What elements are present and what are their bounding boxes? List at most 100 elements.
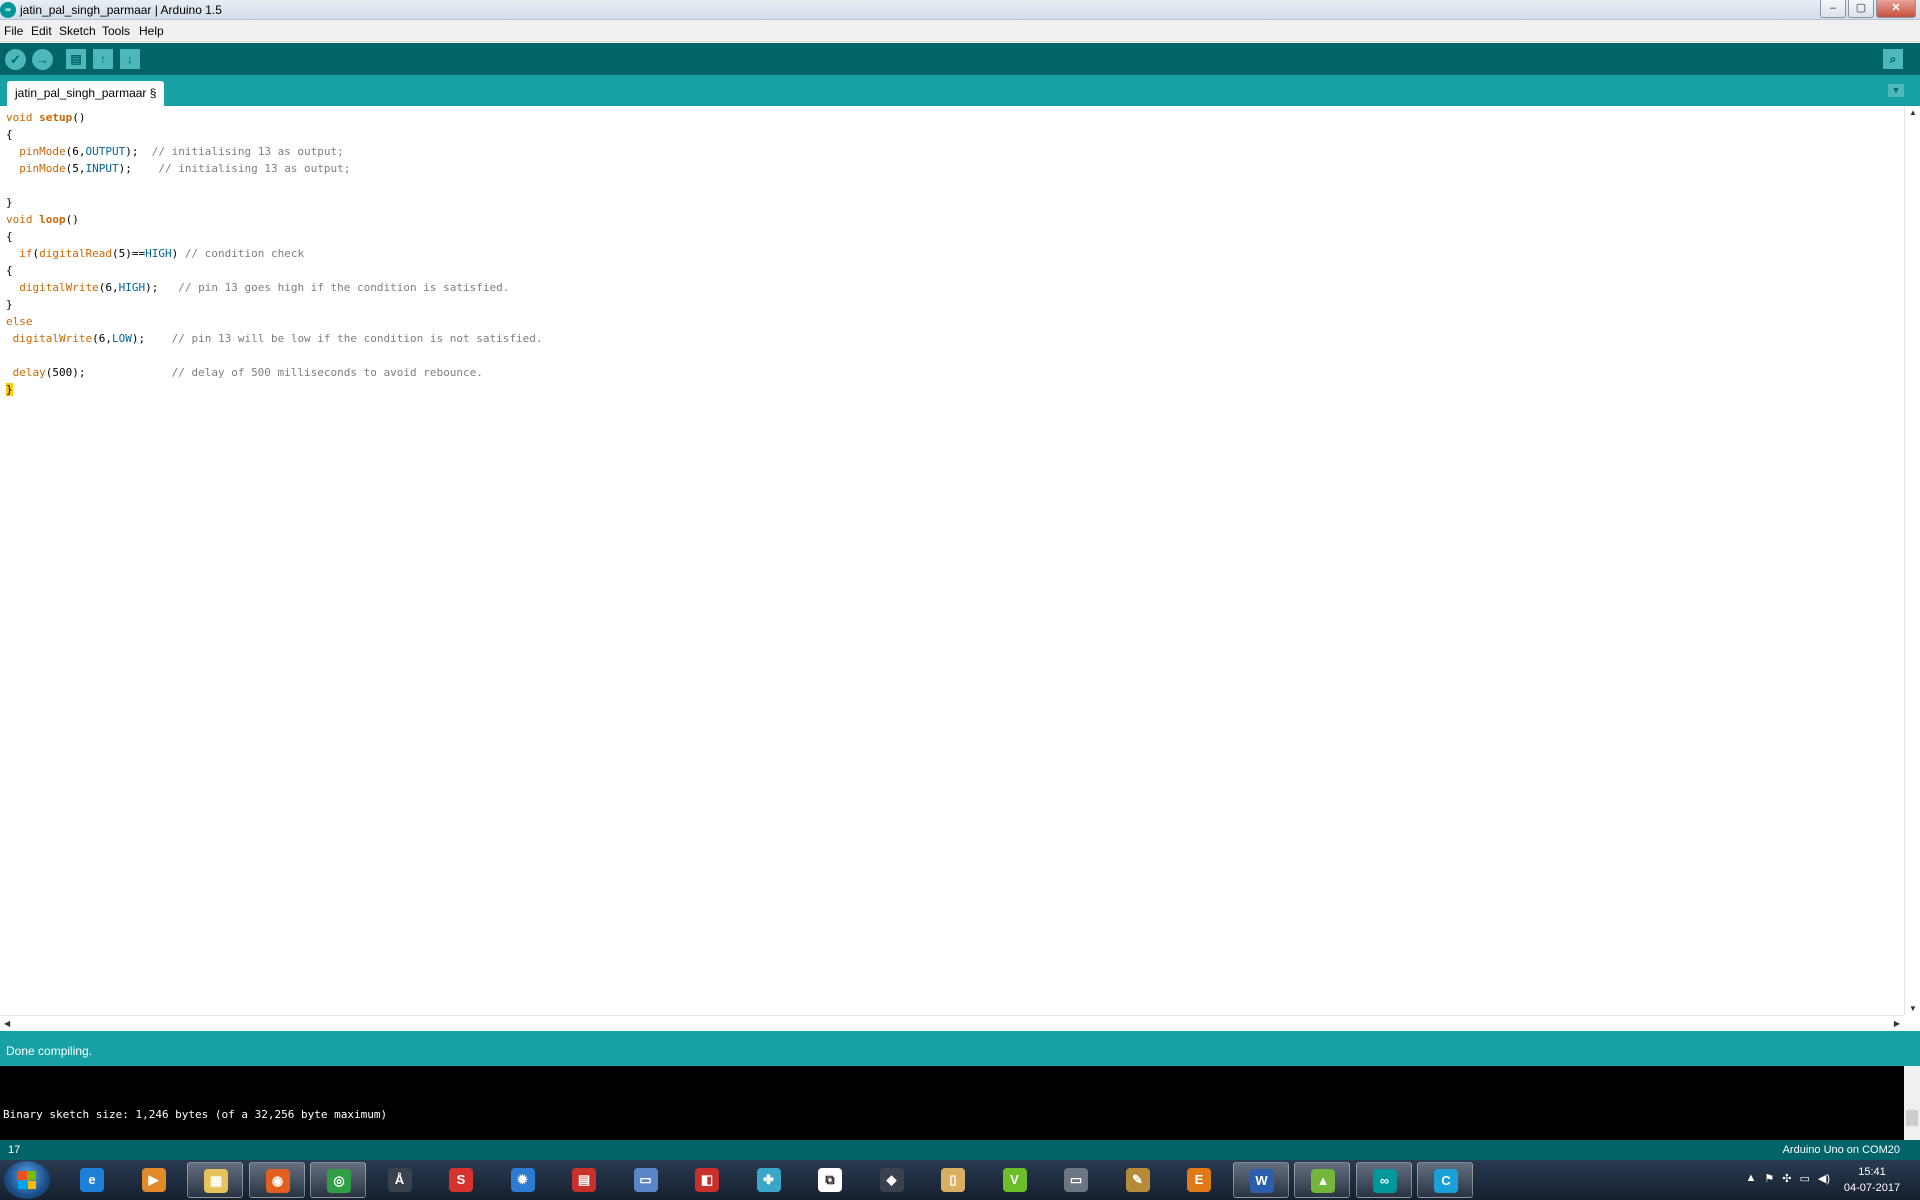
menu-file[interactable]: File <box>4 24 23 38</box>
taskbar-app-app-doc-yellow[interactable]: ▯ <box>925 1162 981 1198</box>
menu-help[interactable]: Help <box>139 24 164 38</box>
firefox-icon: ◉ <box>265 1169 290 1193</box>
taskbar-app-file-explorer[interactable]: ▦ <box>187 1162 243 1198</box>
app-tool-icon: ✎ <box>1125 1168 1150 1192</box>
toolbar: ✓ → ▤ ↑ ↓ ⌕ <box>0 43 1920 75</box>
taskbar-app-chrome[interactable]: ◎ <box>310 1162 366 1198</box>
taskbar-app-app-e[interactable]: E <box>1171 1162 1227 1198</box>
code-text[interactable]: void setup() { pinMode(6,OUTPUT); // init… <box>6 109 542 398</box>
taskbar-app-app-pinwheel[interactable]: ✤ <box>741 1162 797 1198</box>
taskbar-app-arduino[interactable]: ∞ <box>1355 1162 1412 1198</box>
app-diamond-icon: ◆ <box>879 1168 904 1192</box>
taskbar-app-app-presenter[interactable]: ▭ <box>1048 1162 1104 1198</box>
taskbar-app-word[interactable]: W <box>1232 1162 1289 1198</box>
volume-icon[interactable]: ◀) <box>1818 1172 1830 1185</box>
upload-button[interactable]: → <box>32 49 53 70</box>
app-doc-yellow-icon: ▯ <box>941 1168 965 1192</box>
arduino-icon: ∞ <box>1372 1169 1397 1193</box>
menu-tools[interactable]: Tools <box>102 24 130 38</box>
window-controls: – ▢ ✕ <box>1818 0 1916 18</box>
line-number: 17 <box>8 1144 21 1156</box>
app-pinwheel-icon: ✤ <box>756 1168 781 1192</box>
code-line: digitalWrite(6,LOW); // pin 13 will be l… <box>12 332 543 345</box>
taskbar-app-sketchup[interactable]: S <box>433 1162 489 1198</box>
code-editor[interactable]: void setup() { pinMode(6,OUTPUT); // init… <box>0 106 1904 1015</box>
minimize-button[interactable]: – <box>1820 0 1846 18</box>
board-info: Arduino Uno on COM20 <box>1782 1144 1900 1156</box>
taskbar-app-app-red-doc[interactable]: ▤ <box>556 1162 612 1198</box>
clock-time: 15:41 <box>1858 1166 1886 1178</box>
code-line: } <box>6 196 13 209</box>
taskbar-app-app-c[interactable]: C <box>1417 1162 1473 1198</box>
status-bar: Done compiling. <box>0 1031 1920 1066</box>
app-monitor-icon: ▭ <box>633 1168 658 1192</box>
arduino-logo-icon: ∞ <box>0 2 16 18</box>
code-line: } <box>6 383 13 396</box>
taskbar-app-app-red-box[interactable]: ◧ <box>679 1162 735 1198</box>
new-sketch-button[interactable]: ▤ <box>66 49 86 69</box>
taskbar-app-app-monitor[interactable]: ▭ <box>618 1162 674 1198</box>
console-scroll-thumb[interactable] <box>1906 1110 1918 1126</box>
code-line: if(digitalRead(5)==HIGH) // condition ch… <box>19 247 305 260</box>
code-line: { <box>6 128 13 141</box>
footer-bar: 17 Arduino Uno on COM20 <box>0 1140 1920 1160</box>
clock[interactable]: 15:41 04-07-2017 <box>1834 1164 1910 1196</box>
tab-strip: jatin_pal_singh_parmaar § ▼ <box>0 75 1920 106</box>
verify-button[interactable]: ✓ <box>5 49 26 70</box>
taskbar-app-app-tool[interactable]: ✎ <box>1110 1162 1166 1198</box>
start-button[interactable] <box>4 1161 50 1199</box>
app-white-box-icon: ⧉ <box>818 1168 842 1192</box>
display-icon[interactable]: ▭ <box>1799 1172 1809 1185</box>
scroll-left-arrow-icon[interactable]: ◀ <box>4 1019 10 1028</box>
console-scrollbar[interactable] <box>1904 1066 1920 1140</box>
menu-edit[interactable]: Edit <box>31 24 52 38</box>
scroll-right-arrow-icon[interactable]: ▶ <box>1894 1019 1900 1028</box>
code-line: { <box>6 264 13 277</box>
show-hidden-icons-icon[interactable]: ▲ <box>1745 1172 1756 1185</box>
save-sketch-button[interactable]: ↓ <box>120 49 140 69</box>
open-sketch-button[interactable]: ↑ <box>93 49 113 69</box>
app-a-icon: Å <box>387 1168 412 1192</box>
tab-sketch[interactable]: jatin_pal_singh_parmaar § <box>7 81 165 106</box>
app-gear-icon: ✹ <box>510 1168 535 1192</box>
status-message: Done compiling. <box>6 1044 93 1058</box>
taskbar-app-firefox[interactable]: ◉ <box>248 1162 305 1198</box>
app-presenter-icon: ▭ <box>1064 1168 1088 1192</box>
taskbar-app-app-chart[interactable]: ▲ <box>1294 1162 1350 1198</box>
taskbar-app-app-gear[interactable]: ✹ <box>495 1162 551 1198</box>
menu-sketch[interactable]: Sketch <box>59 24 96 38</box>
window-title: jatin_pal_singh_parmaar | Arduino 1.5 <box>20 3 222 17</box>
app-chart-icon: ▲ <box>1311 1169 1335 1193</box>
chrome-icon: ◎ <box>327 1169 351 1193</box>
taskbar-app-internet-explorer[interactable]: e <box>64 1162 120 1198</box>
title-bar: ∞ jatin_pal_singh_parmaar | Arduino 1.5 … <box>0 0 1920 20</box>
taskbar: e ▶ ▦ ◉ ◎ Å S ✹ ▤ ▭ ◧ ✤ ⧉ ◆ ▯ V ▭ ✎ E W ▲ ∞ C ▲ ⚑ ✣ ▭ ◀) 15:41 04-… <box>0 1160 1920 1200</box>
editor-horizontal-scrollbar[interactable]: ◀ ▶ <box>0 1015 1904 1031</box>
scroll-down-arrow-icon[interactable]: ▼ <box>1909 1004 1917 1013</box>
console-output[interactable]: Binary sketch size: 1,246 bytes (of a 32… <box>0 1066 1904 1140</box>
internet-explorer-icon: e <box>80 1168 104 1192</box>
taskbar-app-media-player[interactable]: ▶ <box>126 1162 182 1198</box>
maximize-button[interactable]: ▢ <box>1848 0 1874 18</box>
code-line: digitalWrite(6,HIGH); // pin 13 goes hig… <box>19 281 510 294</box>
taskbar-app-app-diamond[interactable]: ◆ <box>864 1162 920 1198</box>
network-share-icon[interactable]: ✣ <box>1782 1172 1791 1185</box>
scroll-corner <box>1904 1015 1920 1031</box>
taskbar-app-app-v[interactable]: V <box>987 1162 1043 1198</box>
editor-vertical-scrollbar[interactable]: ▲ ▼ <box>1904 106 1920 1015</box>
taskbar-app-app-a[interactable]: Å <box>372 1162 428 1198</box>
code-line: else <box>6 315 33 328</box>
serial-monitor-button[interactable]: ⌕ <box>1883 49 1903 69</box>
action-center-flag-icon[interactable]: ⚑ <box>1764 1172 1774 1185</box>
tab-menu-button[interactable]: ▼ <box>1888 84 1904 97</box>
scroll-up-arrow-icon[interactable]: ▲ <box>1909 108 1917 117</box>
app-c-icon: C <box>1434 1169 1458 1193</box>
code-line: void loop() <box>6 213 79 226</box>
code-line: pinMode(6,OUTPUT); // initialising 13 as… <box>19 145 344 158</box>
taskbar-app-app-white-box[interactable]: ⧉ <box>802 1162 858 1198</box>
media-player-icon: ▶ <box>141 1168 166 1192</box>
app-e-icon: E <box>1187 1168 1211 1192</box>
close-button[interactable]: ✕ <box>1876 0 1916 18</box>
